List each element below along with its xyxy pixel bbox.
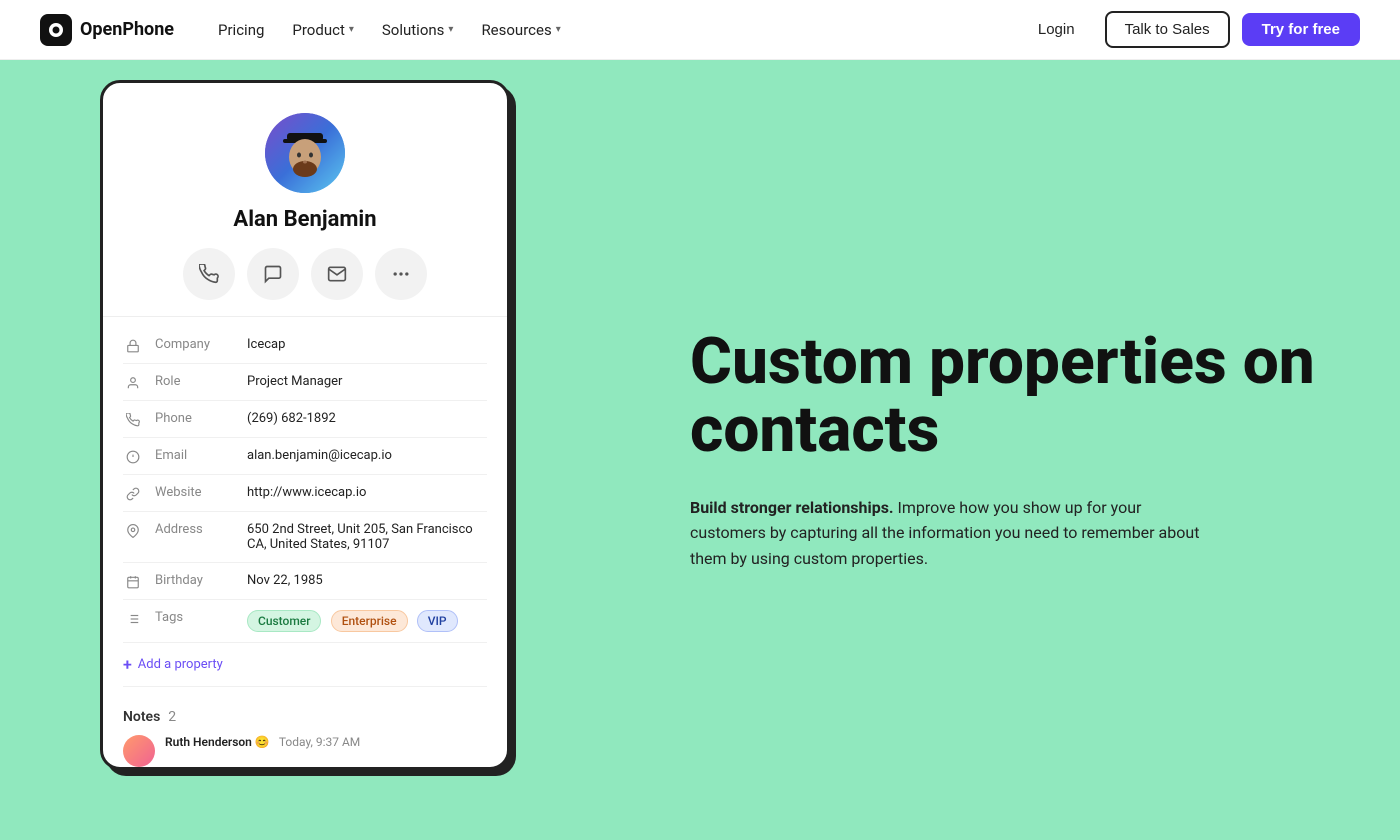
- role-row: Role Project Manager: [123, 364, 487, 401]
- phone-icon: [199, 264, 219, 284]
- note-author-avatar: [123, 735, 155, 767]
- note-author: Ruth Henderson: [165, 735, 252, 749]
- main-content: Alan Benjamin: [0, 60, 1400, 840]
- notes-section: Notes 2 Ruth Henderson 😊 Today, 9:37 AM: [103, 697, 507, 767]
- notes-label: Notes: [123, 709, 160, 725]
- address-label: Address: [155, 522, 235, 537]
- note-time: Today, 9:37 AM: [279, 735, 360, 749]
- email-detail-icon: [123, 450, 143, 464]
- hero-desc-bold: Build stronger relationships.: [690, 498, 894, 517]
- hero-title: Custom properties on contacts: [690, 328, 1320, 462]
- role-label: Role: [155, 374, 235, 389]
- nav-solutions[interactable]: Solutions ▾: [370, 15, 466, 45]
- address-value: 650 2nd Street, Unit 205, San Francisco …: [247, 522, 487, 552]
- more-icon: [391, 264, 411, 284]
- add-property-label: Add a property: [138, 657, 223, 672]
- address-row: Address 650 2nd Street, Unit 205, San Fr…: [123, 512, 487, 563]
- nav-left: OpenPhone Pricing Product ▾ Solutions ▾ …: [40, 14, 573, 46]
- website-label: Website: [155, 485, 235, 500]
- phone-label: Phone: [155, 411, 235, 426]
- avatar: [265, 113, 345, 193]
- birthday-label: Birthday: [155, 573, 235, 588]
- resources-chevron-icon: ▾: [556, 24, 561, 35]
- add-property-button[interactable]: + Add a property: [123, 643, 487, 687]
- note-emoji: 😊: [255, 735, 270, 749]
- nav-links: Pricing Product ▾ Solutions ▾ Resources …: [206, 15, 573, 45]
- navbar: OpenPhone Pricing Product ▾ Solutions ▾ …: [0, 0, 1400, 60]
- nav-pricing[interactable]: Pricing: [206, 15, 276, 45]
- website-value: http://www.icecap.io: [247, 485, 487, 500]
- company-label: Company: [155, 337, 235, 352]
- plus-icon: +: [123, 655, 132, 674]
- solutions-chevron-icon: ▾: [448, 24, 453, 35]
- action-buttons: [183, 248, 427, 300]
- note-meta: Ruth Henderson 😊 Today, 9:37 AM: [165, 735, 360, 749]
- hero-desc: Build stronger relationships. Improve ho…: [690, 495, 1210, 572]
- logo[interactable]: OpenPhone: [40, 14, 174, 46]
- contact-header: Alan Benjamin: [103, 83, 507, 317]
- talk-to-sales-button[interactable]: Talk to Sales: [1105, 11, 1230, 48]
- try-for-free-button[interactable]: Try for free: [1242, 13, 1360, 46]
- company-row: Company Icecap: [123, 327, 487, 364]
- avatar-image: [265, 113, 345, 193]
- logo-text: OpenPhone: [80, 19, 174, 40]
- company-icon: [123, 339, 143, 353]
- nav-resources[interactable]: Resources ▾: [469, 15, 572, 45]
- role-icon: [123, 376, 143, 390]
- message-button[interactable]: [247, 248, 299, 300]
- nav-right: Login Talk to Sales Try for free: [1020, 11, 1360, 48]
- email-icon: [327, 264, 347, 284]
- email-label: Email: [155, 448, 235, 463]
- login-button[interactable]: Login: [1020, 13, 1093, 46]
- call-button[interactable]: [183, 248, 235, 300]
- email-row: Email alan.benjamin@icecap.io: [123, 438, 487, 475]
- address-icon: [123, 524, 143, 538]
- email-value: alan.benjamin@icecap.io: [247, 448, 487, 463]
- tags-row: Tags Customer Enterprise VIP: [123, 600, 487, 643]
- product-chevron-icon: ▾: [349, 24, 354, 35]
- contact-details: Company Icecap Role Project Manager Phon…: [103, 317, 507, 697]
- left-panel: Alan Benjamin: [0, 60, 610, 840]
- role-value: Project Manager: [247, 374, 487, 389]
- tags-label: Tags: [155, 610, 235, 625]
- tag-customer[interactable]: Customer: [247, 610, 321, 632]
- more-button[interactable]: [375, 248, 427, 300]
- phone-frame: Alan Benjamin: [100, 80, 510, 770]
- tag-enterprise[interactable]: Enterprise: [331, 610, 408, 632]
- website-row: Website http://www.icecap.io: [123, 475, 487, 512]
- tags-icon: [123, 612, 143, 626]
- contact-name: Alan Benjamin: [233, 207, 376, 232]
- email-button[interactable]: [311, 248, 363, 300]
- notes-header: Notes 2: [123, 709, 487, 725]
- tags-value: Customer Enterprise VIP: [247, 610, 487, 632]
- tag-vip[interactable]: VIP: [417, 610, 458, 632]
- website-icon: [123, 487, 143, 501]
- note-item: Ruth Henderson 😊 Today, 9:37 AM: [123, 735, 487, 767]
- nav-product[interactable]: Product ▾: [280, 15, 365, 45]
- chat-icon: [263, 264, 283, 284]
- birthday-value: Nov 22, 1985: [247, 573, 487, 588]
- right-panel: Custom properties on contacts Build stro…: [610, 60, 1400, 840]
- phone-detail-icon: [123, 413, 143, 427]
- openphone-logo-icon: [40, 14, 72, 46]
- phone-row: Phone (269) 682-1892: [123, 401, 487, 438]
- notes-count: 2: [168, 709, 176, 725]
- birthday-icon: [123, 575, 143, 589]
- birthday-row: Birthday Nov 22, 1985: [123, 563, 487, 600]
- phone-value: (269) 682-1892: [247, 411, 487, 426]
- company-value: Icecap: [247, 337, 487, 352]
